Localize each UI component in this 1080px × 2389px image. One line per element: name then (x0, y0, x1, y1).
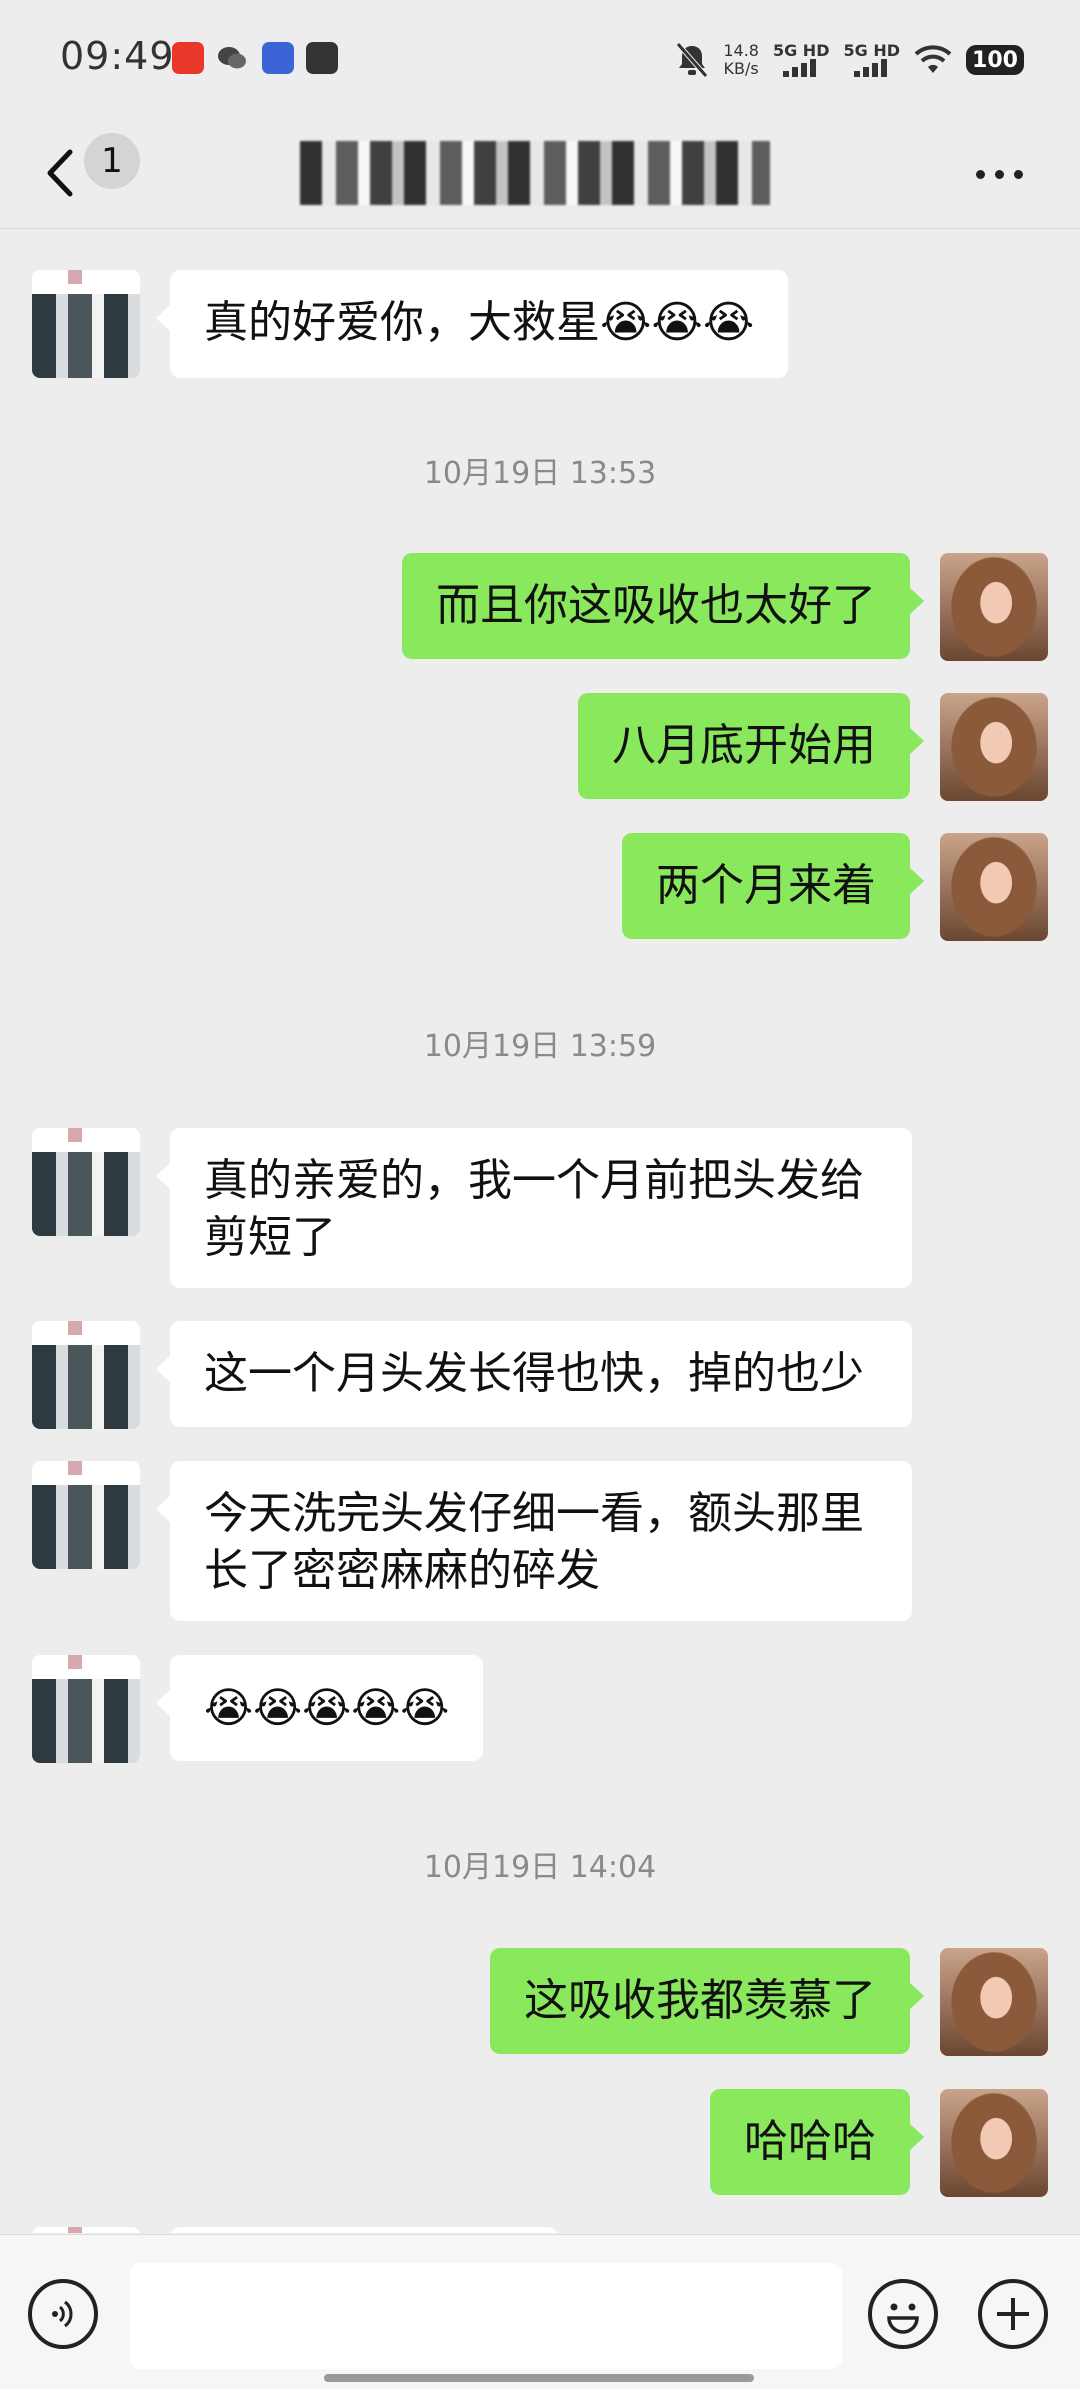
outgoing-message[interactable]: 这吸收我都羡慕了 (490, 1948, 924, 2054)
net-label-2: 5G HD (843, 41, 900, 60)
signal-1: 5G HD (772, 41, 830, 77)
my-avatar[interactable] (940, 2089, 1048, 2197)
timestamp: 10月19日 14:04 (423, 1850, 657, 1885)
contact-avatar[interactable] (32, 1461, 140, 1569)
incoming-message[interactable]: 今天洗完头发仔细一看，额头那里 长了密密麻麻的碎发 (156, 1461, 912, 1621)
contact-avatar[interactable] (32, 2227, 140, 2233)
message-icon (306, 42, 338, 74)
input-bar (0, 2234, 1080, 2389)
dot-icon (995, 169, 1004, 179)
voice-button[interactable] (28, 2279, 98, 2349)
contact-avatar[interactable] (32, 270, 140, 378)
chat-title (300, 140, 770, 206)
back-button[interactable] (40, 138, 84, 208)
taobao-icon (172, 42, 204, 74)
net-label-1: 5G HD (772, 41, 830, 60)
message-list[interactable]: 真的好爱你，大救星😭😭😭 10月19日 13:53 而且你这吸收也太好了 八月底… (0, 229, 1080, 2233)
outgoing-message[interactable]: 八月底开始用 (578, 693, 924, 799)
home-indicator[interactable] (324, 2374, 754, 2382)
speed-value: 14.8 (723, 41, 759, 60)
signal-bars-icon (853, 59, 887, 77)
baidu-icon (262, 42, 294, 74)
more-actions-button[interactable] (978, 2279, 1048, 2349)
signal-2: 5G HD (843, 43, 900, 77)
incoming-message[interactable]: 真的好爱你，大救星😭😭😭 (155, 270, 789, 378)
wifi-icon (914, 45, 952, 73)
outgoing-message[interactable]: 而且你这吸收也太好了 (402, 553, 924, 659)
incoming-message[interactable]: 😭😭😭😭😭 (155, 1655, 484, 1761)
dot-icon (1014, 169, 1023, 179)
outgoing-message[interactable]: 哈哈哈 (710, 2089, 924, 2195)
message-input[interactable] (130, 2263, 842, 2369)
voice-icon (52, 2300, 73, 2328)
chat-header: 1 (0, 118, 1080, 229)
my-avatar[interactable] (940, 1948, 1048, 2056)
network-speed: 14.8 KB/s (723, 42, 759, 78)
contact-avatar[interactable] (32, 1321, 140, 1429)
contact-avatar[interactable] (32, 1655, 140, 1763)
more-button[interactable] (976, 154, 1032, 194)
timestamp: 10月19日 13:53 (423, 456, 657, 491)
battery-indicator: 100 (966, 45, 1024, 75)
dot-icon (976, 169, 985, 179)
smiley-icon (887, 2303, 919, 2334)
incoming-message-partial[interactable] (170, 2227, 558, 2233)
emoji-button[interactable] (868, 2279, 938, 2349)
plus-icon (997, 2298, 1029, 2330)
unread-count-badge[interactable]: 1 (84, 133, 140, 189)
timestamp: 10月19日 13:59 (423, 1029, 657, 1064)
outgoing-message[interactable]: 两个月来着 (622, 833, 924, 939)
wechat-icon (216, 42, 248, 74)
signal-bars-icon (783, 59, 817, 77)
contact-avatar[interactable] (32, 1128, 140, 1236)
chevron-left-icon (47, 149, 73, 197)
status-bar: 09:49 14.8 KB/s 5G HD 5G HD 100 (0, 0, 1080, 118)
my-avatar[interactable] (940, 553, 1048, 661)
my-avatar[interactable] (940, 833, 1048, 941)
status-time: 09:49 (60, 34, 175, 78)
incoming-message[interactable]: 真的亲爱的，我一个月前把头发给 剪短了 (156, 1128, 912, 1288)
mute-icon (676, 42, 709, 78)
incoming-message[interactable]: 这一个月头发长得也快，掉的也少 (156, 1321, 912, 1427)
redacted-title-image (300, 141, 770, 205)
speed-unit: KB/s (723, 59, 759, 78)
my-avatar[interactable] (940, 693, 1048, 801)
